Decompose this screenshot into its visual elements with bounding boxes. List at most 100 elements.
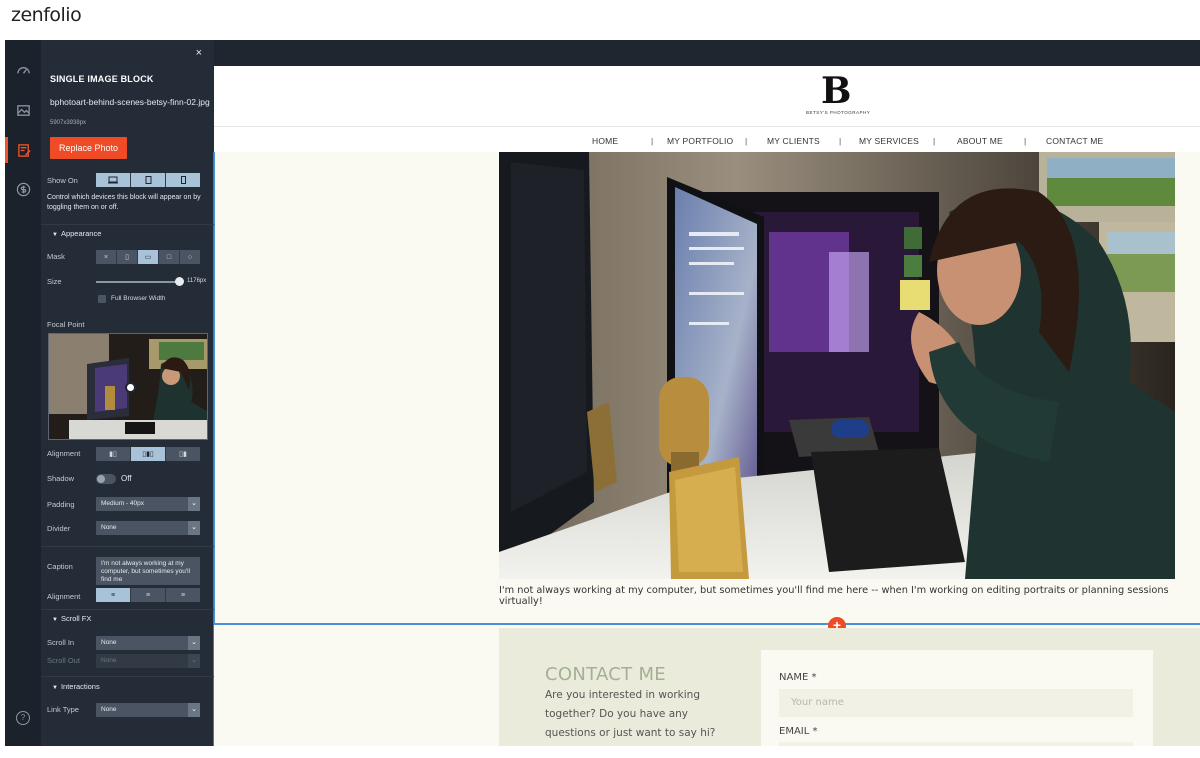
focal-point-marker[interactable] bbox=[125, 382, 136, 393]
replace-photo-button[interactable]: Replace Photo bbox=[50, 137, 127, 159]
mask-none-icon[interactable]: × bbox=[96, 250, 117, 264]
interactions-heading: Interactions bbox=[60, 682, 100, 691]
show-on-label: Show On bbox=[47, 176, 78, 185]
nav-clients[interactable]: MY CLIENTS bbox=[767, 136, 820, 146]
tablet-icon[interactable] bbox=[131, 173, 166, 187]
icon-rail: ? bbox=[5, 40, 41, 746]
nav-contact[interactable]: CONTACT ME bbox=[1046, 136, 1103, 146]
nav-separator: | bbox=[839, 136, 842, 146]
site-logo[interactable]: B bbox=[821, 70, 851, 112]
nav-separator: | bbox=[745, 136, 748, 146]
mask-circle-icon[interactable]: ○ bbox=[180, 250, 200, 264]
divider-select[interactable]: None ⌄ bbox=[96, 521, 200, 535]
align-left-icon[interactable]: ▮▯ bbox=[96, 447, 131, 461]
site-header: B BETSY'S PHOTOGRAPHY HOME | MY PORTFOLI… bbox=[214, 66, 1200, 152]
shadow-toggle[interactable] bbox=[96, 474, 116, 484]
size-slider-handle[interactable] bbox=[175, 277, 184, 286]
scroll-out-label: Scroll Out bbox=[47, 656, 80, 665]
preview-toolbar bbox=[214, 40, 1200, 66]
photo-illustration bbox=[499, 152, 1175, 579]
divider bbox=[41, 224, 214, 225]
divider bbox=[41, 609, 214, 610]
close-icon[interactable]: × bbox=[196, 47, 202, 59]
scroll-out-select: None ⌄ bbox=[96, 654, 200, 668]
mask-options: × ▯ ▭ □ ○ bbox=[96, 250, 200, 264]
desktop-icon[interactable] bbox=[96, 173, 131, 187]
align-right-icon[interactable]: ▯▮ bbox=[166, 447, 200, 461]
chevron-down-icon: ⌄ bbox=[188, 703, 200, 717]
phone-icon[interactable] bbox=[166, 173, 200, 187]
nav-about[interactable]: ABOUT ME bbox=[957, 136, 1003, 146]
mask-landscape-icon[interactable]: ▭ bbox=[138, 250, 159, 264]
nav-separator: | bbox=[651, 136, 654, 146]
site-nav: HOME | MY PORTFOLIO | MY CLIENTS | MY SE… bbox=[214, 126, 1200, 152]
link-type-select[interactable]: None ⌄ bbox=[96, 703, 200, 717]
chevron-down-icon: ⌄ bbox=[188, 636, 200, 650]
image-library-icon[interactable] bbox=[5, 97, 41, 123]
padding-value: Medium - 40px bbox=[101, 500, 144, 507]
nav-separator: | bbox=[1024, 136, 1027, 146]
image-alignment-options: ▮▯ ▯▮▯ ▯▮ bbox=[96, 447, 200, 461]
caption-alignment-label: Alignment bbox=[47, 592, 81, 601]
appearance-section-header[interactable]: ▼ Appearance bbox=[47, 226, 214, 242]
divider-value: None bbox=[101, 524, 117, 531]
photo-caption: I'm not always working at my computer, b… bbox=[499, 585, 1169, 607]
nav-services[interactable]: MY SERVICES bbox=[859, 136, 919, 146]
contact-body: Are you interested in working together? … bbox=[545, 689, 716, 739]
editor-frame: ? × SINGLE IMAGE BLOCK bphotoart-behind-… bbox=[5, 40, 1200, 746]
padding-label: Padding bbox=[47, 500, 75, 509]
featured-photo[interactable] bbox=[499, 152, 1175, 579]
caption-alignment-options: ≡ ≡ ≡ bbox=[96, 588, 200, 602]
file-name: bphotoart-behind-scenes-betsy-finn-02.jp… bbox=[50, 97, 210, 107]
show-on-help: Control which devices this block will ap… bbox=[47, 194, 201, 211]
alignment-label: Alignment bbox=[47, 449, 81, 458]
chevron-down-icon: ⌄ bbox=[188, 521, 200, 535]
focal-point-picker[interactable] bbox=[48, 333, 208, 440]
caret-down-icon: ▼ bbox=[52, 617, 58, 623]
caption-label: Caption bbox=[47, 562, 73, 571]
link-type-label: Link Type bbox=[47, 705, 79, 714]
chevron-down-icon: ⌄ bbox=[188, 654, 200, 668]
name-label: NAME * bbox=[779, 672, 817, 683]
email-label: EMAIL * bbox=[779, 726, 818, 737]
link-type-value: None bbox=[101, 706, 117, 713]
size-slider-track[interactable] bbox=[96, 281, 180, 283]
mask-label: Mask bbox=[47, 252, 65, 261]
mask-portrait-icon[interactable]: ▯ bbox=[117, 250, 138, 264]
interactions-section-header[interactable]: ▼ Interactions bbox=[47, 679, 214, 695]
dollar-icon[interactable] bbox=[5, 176, 41, 202]
nav-home[interactable]: HOME bbox=[592, 136, 618, 146]
site-preview: B BETSY'S PHOTOGRAPHY HOME | MY PORTFOLI… bbox=[214, 66, 1200, 746]
full-browser-width-checkbox[interactable] bbox=[98, 295, 106, 303]
mask-square-icon[interactable]: □ bbox=[159, 250, 180, 264]
scroll-out-value: None bbox=[101, 657, 117, 664]
caption-textarea[interactable]: I'm not always working at my computer, b… bbox=[96, 557, 200, 585]
scroll-fx-section-header[interactable]: ▼ Scroll FX bbox=[47, 611, 214, 627]
divider-label: Divider bbox=[47, 524, 71, 533]
help-icon[interactable]: ? bbox=[16, 711, 30, 725]
scroll-in-label: Scroll In bbox=[47, 638, 75, 647]
scroll-fx-heading: Scroll FX bbox=[60, 614, 92, 623]
text-align-right-icon[interactable]: ≡ bbox=[166, 588, 200, 602]
align-center-icon[interactable]: ▯▮▯ bbox=[131, 447, 166, 461]
site-logo-subtitle: BETSY'S PHOTOGRAPHY bbox=[806, 110, 871, 115]
block-settings-panel: × SINGLE IMAGE BLOCK bphotoart-behind-sc… bbox=[41, 40, 214, 746]
contact-section: CONTACT ME Are you interested in working… bbox=[499, 628, 1200, 746]
dashboard-icon[interactable] bbox=[5, 57, 41, 83]
padding-select[interactable]: Medium - 40px ⌄ bbox=[96, 497, 200, 511]
text-align-center-icon[interactable]: ≡ bbox=[131, 588, 166, 602]
text-align-left-icon[interactable]: ≡ bbox=[96, 588, 131, 602]
top-bar: zenfolio bbox=[0, 0, 1200, 40]
size-label: Size bbox=[47, 277, 62, 286]
file-size: 5907x3938px bbox=[50, 120, 87, 126]
appearance-heading: Appearance bbox=[60, 229, 102, 238]
nav-portfolio[interactable]: MY PORTFOLIO bbox=[667, 136, 733, 146]
edit-block-icon[interactable] bbox=[5, 137, 41, 163]
brand-logo[interactable]: zenfolio bbox=[11, 4, 82, 26]
divider bbox=[41, 546, 214, 547]
scroll-in-value: None bbox=[101, 639, 117, 646]
size-value: 1176px bbox=[187, 278, 207, 284]
shadow-label: Shadow bbox=[47, 474, 75, 483]
name-input[interactable]: Your name bbox=[779, 689, 1133, 717]
scroll-in-select[interactable]: None ⌄ bbox=[96, 636, 200, 650]
